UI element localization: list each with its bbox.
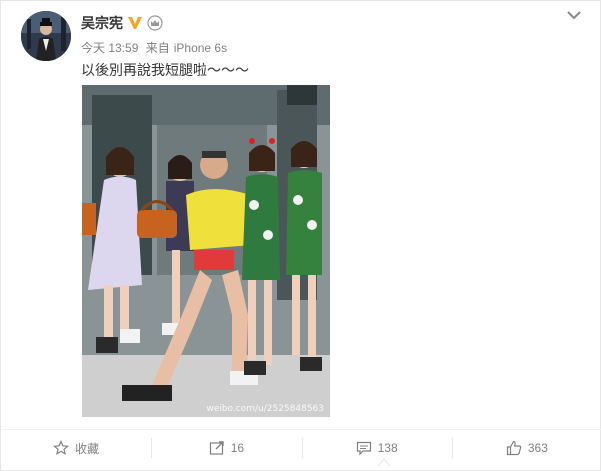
comment-caret-icon [378, 458, 390, 466]
post-menu-chevron-icon[interactable] [566, 9, 582, 21]
member-crown-icon[interactable] [147, 15, 163, 31]
source-prefix: 来自 [145, 41, 170, 55]
post-text: 以後別再說我短腿啦～～～ [81, 62, 249, 78]
avatar-image [21, 11, 71, 61]
post-meta: 今天 13:59 来自 iPhone 6s [81, 39, 231, 56]
post-actions-bar: 收藏 16 138 363 [1, 429, 601, 466]
favorite-label: 收藏 [75, 441, 100, 456]
post-source[interactable]: iPhone 6s [174, 41, 227, 55]
repost-icon [209, 441, 224, 455]
user-avatar[interactable] [21, 11, 71, 61]
favorite-button[interactable]: 收藏 [1, 430, 151, 466]
repost-count: 16 [230, 441, 245, 455]
repost-button[interactable]: 16 [151, 430, 301, 466]
post-photo-image [82, 85, 330, 417]
comment-button[interactable]: 138 [301, 430, 452, 466]
verified-icon [128, 17, 142, 29]
star-icon [53, 440, 70, 456]
thumbs-up-icon [506, 440, 522, 456]
like-count: 363 [527, 441, 548, 455]
like-button[interactable]: 363 [451, 430, 601, 466]
username-link[interactable]: 吴宗宪 [81, 13, 123, 33]
weibo-post-card: 吴宗宪 今天 13:59 来自 iPhone 6s 以後別再說我短腿啦～～～ w… [0, 0, 601, 471]
post-author: 吴宗宪 [81, 13, 163, 33]
post-photo[interactable]: weibo.com/u/2525848563 [82, 85, 330, 417]
comment-count: 138 [377, 441, 398, 455]
comment-icon [356, 441, 371, 456]
photo-watermark: weibo.com/u/2525848563 [206, 404, 324, 414]
post-time[interactable]: 今天 13:59 [81, 41, 138, 55]
